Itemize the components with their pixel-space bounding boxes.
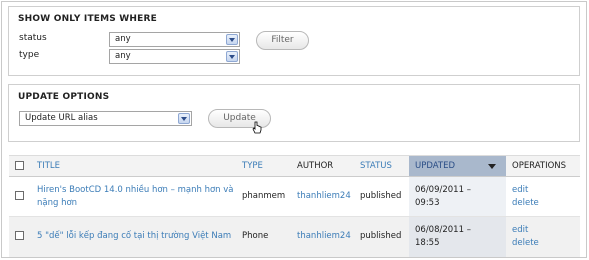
row-updated-cell: 06/08/2011 – 18:55 <box>409 216 506 257</box>
chevron-down-icon[interactable] <box>178 113 190 124</box>
column-updated-header[interactable]: UPDATED <box>409 155 506 177</box>
row-operations-cell: edit delete <box>506 216 580 257</box>
column-title-header[interactable]: TITLE <box>31 155 236 177</box>
select-all-header <box>9 155 31 177</box>
row-title-cell: 5 "dế" lỗi kếp đang cố tại thị trường Vi… <box>31 216 236 257</box>
row-title-link[interactable]: Hiren's BootCD 14.0 nhiều hơn – mạnh hơn… <box>37 185 233 208</box>
row-delete-link[interactable]: delete <box>512 198 539 208</box>
row-author-cell: thanhliem24 <box>291 176 354 217</box>
status-select-value: any <box>115 34 131 44</box>
row-checkbox-cell <box>9 216 31 257</box>
filter-legend: SHOW ONLY ITEMS WHERE <box>18 14 157 24</box>
row-status: published <box>354 216 409 257</box>
chevron-down-icon[interactable] <box>226 51 238 62</box>
row-status: published <box>354 176 409 217</box>
row-author-link[interactable]: thanhliem24 <box>297 191 351 201</box>
content-table: TITLE TYPE AUTHOR STATUS UPDATED OPERATI… <box>9 155 580 257</box>
row-title-cell: Hiren's BootCD 14.0 nhiều hơn – mạnh hơn… <box>31 176 236 217</box>
chevron-down-icon[interactable] <box>226 34 238 45</box>
row-operations-cell: edit delete <box>506 176 580 217</box>
type-select-value: any <box>115 51 131 61</box>
row-checkbox-cell <box>9 176 31 217</box>
table-row: Hiren's BootCD 14.0 nhiều hơn – mạnh hơn… <box>9 176 580 217</box>
column-type-header[interactable]: TYPE <box>236 155 291 177</box>
row-checkbox[interactable] <box>15 231 24 241</box>
row-updated-time: 18:55 <box>415 237 440 248</box>
column-status-header[interactable]: STATUS <box>354 155 409 177</box>
select-all-checkbox[interactable] <box>15 161 24 170</box>
row-author-link[interactable]: thanhliem24 <box>297 231 351 241</box>
row-updated-time: 09:53 <box>415 197 440 208</box>
update-options-fieldset: UPDATE OPTIONS Update URL alias Update <box>8 84 580 142</box>
type-label: type <box>19 50 40 60</box>
row-type: Phone <box>236 216 291 257</box>
update-select-value: Update URL alias <box>25 113 98 123</box>
row-updated-date: 06/09/2011 – <box>415 184 471 195</box>
filter-fieldset: SHOW ONLY ITEMS WHERE status any type an… <box>8 6 580 76</box>
row-edit-link[interactable]: edit <box>512 225 528 235</box>
column-updated-label: UPDATED <box>415 161 456 171</box>
row-updated-cell: 06/09/2011 – 09:53 <box>409 176 506 217</box>
sort-desc-icon <box>488 164 496 169</box>
row-type: phanmem <box>236 176 291 217</box>
hand-cursor-icon <box>252 121 262 134</box>
column-operations-header: OPERATIONS <box>506 155 580 177</box>
row-title-link[interactable]: 5 "dế" lỗi kếp đang cố tại thị trường Vi… <box>37 231 231 241</box>
table-header-row: TITLE TYPE AUTHOR STATUS UPDATED OPERATI… <box>9 155 580 177</box>
row-author-cell: thanhliem24 <box>291 216 354 257</box>
row-checkbox[interactable] <box>15 191 24 200</box>
row-edit-link[interactable]: edit <box>512 185 528 195</box>
update-operation-select[interactable]: Update URL alias <box>19 111 192 126</box>
filter-button[interactable]: Filter <box>256 31 309 50</box>
status-select[interactable]: any <box>109 32 240 47</box>
row-delete-link[interactable]: delete <box>512 238 539 248</box>
status-label: status <box>19 33 47 43</box>
column-author-header: AUTHOR <box>291 155 354 177</box>
table-row: 5 "dế" lỗi kếp đang cố tại thị trường Vi… <box>9 216 580 257</box>
update-legend: UPDATE OPTIONS <box>18 92 110 102</box>
type-select[interactable]: any <box>109 49 240 64</box>
row-updated-date: 06/08/2011 – <box>415 224 471 235</box>
